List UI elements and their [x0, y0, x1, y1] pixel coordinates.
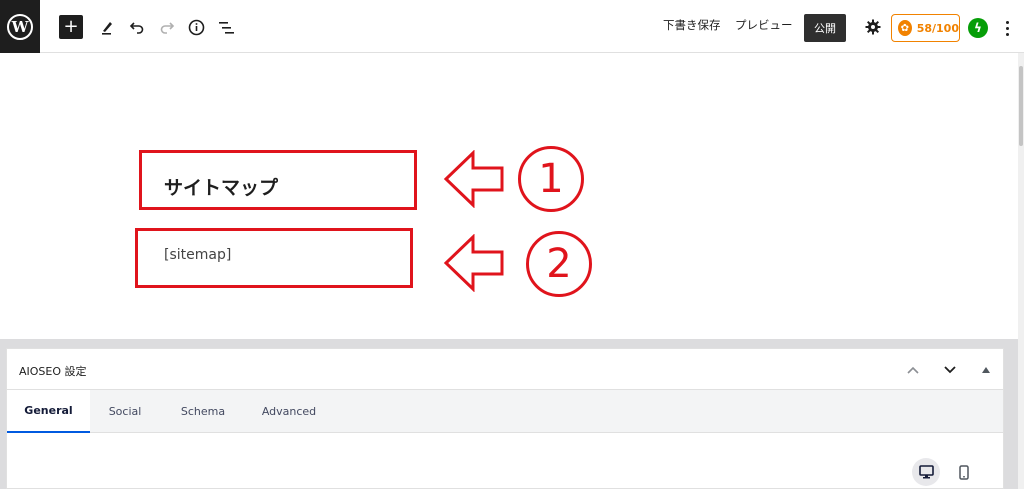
- aioseo-score: 58/100: [916, 21, 959, 35]
- redo-button[interactable]: [155, 15, 179, 39]
- aioseo-score-button[interactable]: ✿ 58/100: [891, 14, 960, 42]
- aioseo-panel-header: AIOSEO 設定: [7, 349, 1003, 390]
- redo-icon: [160, 22, 175, 34]
- tools-button[interactable]: [95, 15, 119, 39]
- annotation-box-shortcode: [135, 228, 413, 288]
- aioseo-tabs: General Social Schema Advanced: [7, 390, 1003, 433]
- tab-general[interactable]: General: [7, 390, 90, 433]
- annotation-number-2: 2: [526, 231, 592, 297]
- desktop-icon: [918, 465, 934, 479]
- more-dot: [1005, 26, 1009, 30]
- gear-icon: [865, 19, 881, 35]
- annotation-box-heading: [139, 150, 417, 210]
- aioseo-settings-panel: AIOSEO 設定 General Social Schema Advanced: [6, 348, 1004, 489]
- list-view-button[interactable]: [214, 15, 238, 39]
- desktop-preview-button[interactable]: [912, 458, 940, 486]
- triangle-up-icon: [982, 367, 990, 373]
- move-up-button[interactable]: [904, 361, 922, 379]
- undo-button[interactable]: [125, 15, 149, 39]
- annotation-arrow-1: [443, 150, 504, 208]
- wordpress-logo-icon: W: [7, 13, 33, 40]
- annotation-arrow-2: [443, 234, 504, 292]
- more-dot: [1005, 32, 1009, 36]
- publish-button[interactable]: 公開: [804, 14, 846, 42]
- annotation-number-1: 1: [518, 146, 584, 212]
- mobile-preview-button[interactable]: [950, 458, 978, 486]
- tab-social[interactable]: Social: [90, 390, 160, 433]
- move-down-button[interactable]: [941, 361, 959, 379]
- plus-icon: +: [63, 16, 79, 37]
- list-view-icon: [218, 21, 234, 34]
- toggle-panel-button[interactable]: [977, 361, 995, 379]
- details-button[interactable]: [184, 15, 208, 39]
- aioseo-gear-icon: ✿: [898, 20, 912, 36]
- add-block-button[interactable]: +: [59, 15, 83, 39]
- settings-button[interactable]: [861, 15, 885, 39]
- tab-advanced[interactable]: Advanced: [251, 390, 327, 433]
- preview-button[interactable]: プレビュー: [735, 17, 793, 33]
- pencil-icon: [102, 22, 112, 35]
- more-dot: [1005, 20, 1009, 24]
- aioseo-panel-title: AIOSEO 設定: [19, 365, 87, 378]
- jetpack-button[interactable]: ϟ: [968, 18, 988, 38]
- undo-icon: [129, 22, 144, 34]
- wordpress-logo-button[interactable]: W: [0, 0, 40, 53]
- editor-toolbar: W + 下書き保存 プレビュー 公開 ✿ 58/100 ϟ: [0, 0, 1024, 53]
- more-options-button[interactable]: [1000, 16, 1014, 40]
- tab-schema[interactable]: Schema: [168, 390, 238, 433]
- scrollbar-thumb[interactable]: [1019, 66, 1023, 146]
- jetpack-icon: ϟ: [974, 21, 982, 35]
- save-draft-button[interactable]: 下書き保存: [663, 17, 721, 33]
- info-icon: [188, 19, 204, 35]
- mobile-icon: [959, 464, 969, 480]
- chevron-down-icon: [944, 366, 956, 374]
- chevron-up-icon: [907, 366, 919, 374]
